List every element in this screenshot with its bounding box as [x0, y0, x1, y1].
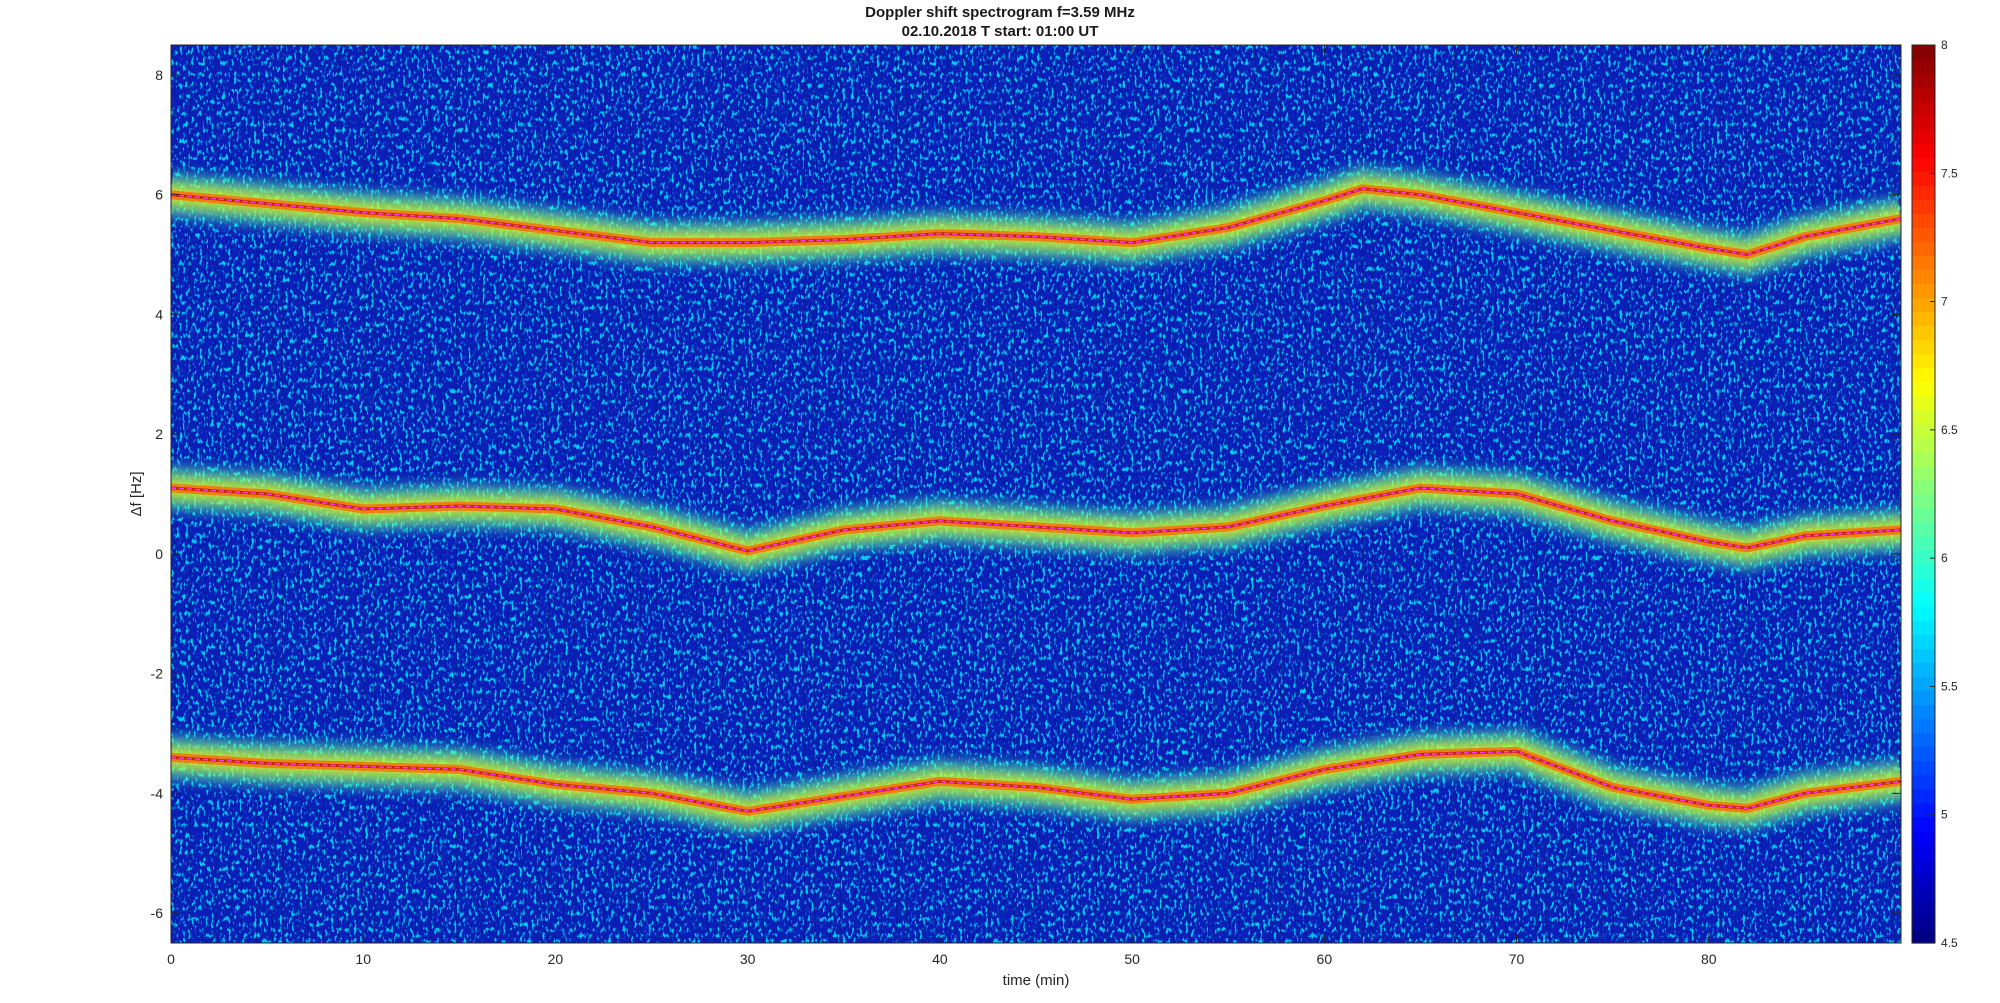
- y-tick-label: 0: [155, 546, 163, 562]
- colorbar-segment: [1912, 522, 1935, 537]
- colorbar-segment: [1912, 255, 1935, 271]
- colorbar-segment: [1912, 606, 1935, 621]
- colorbar-segment: [1912, 367, 1935, 383]
- colorbar-segment: [1912, 185, 1935, 200]
- colorbar-segment: [1912, 900, 1935, 916]
- colorbar-segment: [1912, 59, 1935, 74]
- colorbar-segment: [1912, 816, 1935, 832]
- colorbar-segment: [1912, 830, 1935, 846]
- plot-area: [171, 45, 1901, 943]
- colorbar-segment: [1912, 423, 1935, 439]
- colorbar-segment: [1912, 634, 1935, 649]
- colorbar-segment: [1912, 451, 1935, 467]
- colorbar-segment: [1912, 227, 1935, 243]
- colorbar-segment: [1912, 774, 1935, 790]
- spectrogram-svg: 0 10 20 30 40 50 60 70 80 -6 -4 -2 0 2 4 6 8 4.5 5 5.5 6 6.5…: [128, 38, 1958, 989]
- colorbar-segment: [1912, 760, 1935, 776]
- colorbar-segment: [1912, 339, 1935, 355]
- x-tick-label: 10: [355, 951, 371, 967]
- colorbar-segment: [1912, 662, 1935, 678]
- colorbar-segment: [1912, 213, 1935, 229]
- colorbar-segment: [1912, 395, 1935, 411]
- colorbar-segment: [1912, 550, 1935, 565]
- colorbar-tick-label: 5: [1941, 808, 1948, 822]
- y-tick-label: 8: [155, 67, 163, 83]
- colorbar-segment: [1912, 886, 1935, 902]
- colorbar-segment: [1912, 297, 1935, 313]
- x-tick-label: 0: [167, 951, 175, 967]
- x-tick-label: 70: [1509, 951, 1525, 967]
- colorbar-tick-label: 7.5: [1941, 166, 1958, 180]
- colorbar-segment: [1912, 157, 1935, 172]
- colorbar-segment: [1912, 844, 1935, 860]
- colorbar-tick-label: 5.5: [1941, 679, 1958, 693]
- x-tick-label: 20: [548, 951, 564, 967]
- colorbar-segment: [1912, 690, 1935, 706]
- y-tick-label: -2: [151, 666, 164, 682]
- colorbar-segment: [1912, 241, 1935, 257]
- colorbar-segment: [1912, 648, 1935, 663]
- colorbar-segment: [1912, 101, 1935, 116]
- x-tick-label: 30: [740, 951, 756, 967]
- x-tick-label: 40: [932, 951, 948, 967]
- colorbar-segment: [1912, 199, 1935, 214]
- y-tick-label: 6: [155, 187, 163, 203]
- colorbar-segment: [1912, 381, 1935, 397]
- colorbar: 4.5 5 5.5 6 6.5 7 7.5 8: [1911, 38, 1958, 950]
- y-tick-label: 4: [155, 306, 163, 322]
- colorbar-segment: [1912, 620, 1935, 635]
- y-tick-label: -4: [151, 785, 164, 801]
- colorbar-segment: [1912, 564, 1935, 579]
- x-tick-label: 50: [1124, 951, 1140, 967]
- colorbar-segment: [1912, 409, 1935, 425]
- colorbar-segment: [1912, 494, 1935, 509]
- y-tick-label: 2: [155, 426, 163, 442]
- colorbar-segment: [1912, 788, 1935, 804]
- colorbar-segment: [1912, 283, 1935, 299]
- y-tick-label: -6: [151, 905, 164, 921]
- y-axis-label: Δf [Hz]: [128, 471, 145, 516]
- colorbar-segment: [1912, 269, 1935, 285]
- colorbar-segment: [1912, 311, 1935, 327]
- colorbar-segment: [1912, 914, 1935, 930]
- colorbar-segment: [1912, 508, 1935, 523]
- colorbar-segment: [1912, 718, 1935, 734]
- colorbar-segment: [1912, 45, 1935, 60]
- spectrogram-figure: Doppler shift spectrogram f=3.59 MHz 02.…: [0, 0, 2000, 1003]
- colorbar-segment: [1912, 87, 1935, 102]
- x-tick-label: 80: [1701, 951, 1717, 967]
- colorbar-segment: [1912, 872, 1935, 888]
- colorbar-segment: [1912, 129, 1935, 144]
- colorbar-segment: [1912, 536, 1935, 551]
- colorbar-segment: [1912, 578, 1935, 593]
- colorbar-segment: [1912, 746, 1935, 762]
- colorbar-tick-label: 6.5: [1941, 423, 1958, 437]
- colorbar-tick-label: 7: [1941, 295, 1948, 309]
- colorbar-segment: [1912, 115, 1935, 130]
- colorbar-segment: [1912, 858, 1935, 874]
- colorbar-segment: [1912, 353, 1935, 369]
- colorbar-segment: [1912, 465, 1935, 481]
- colorbar-segment: [1912, 143, 1935, 158]
- colorbar-segment: [1912, 479, 1935, 495]
- colorbar-segment: [1912, 73, 1935, 88]
- x-tick-label: 60: [1317, 951, 1333, 967]
- colorbar-segment: [1912, 437, 1935, 453]
- colorbar-segment: [1912, 676, 1935, 692]
- colorbar-segment: [1912, 704, 1935, 720]
- colorbar-segment: [1912, 592, 1935, 607]
- x-axis-label: time (min): [1003, 972, 1070, 989]
- colorbar-segment: [1912, 732, 1935, 748]
- colorbar-tick-label: 4.5: [1941, 936, 1958, 950]
- colorbar-segment: [1912, 325, 1935, 341]
- colorbar-segment: [1912, 928, 1935, 944]
- colorbar-tick-label: 8: [1941, 38, 1948, 52]
- colorbar-tick-label: 6: [1941, 551, 1948, 565]
